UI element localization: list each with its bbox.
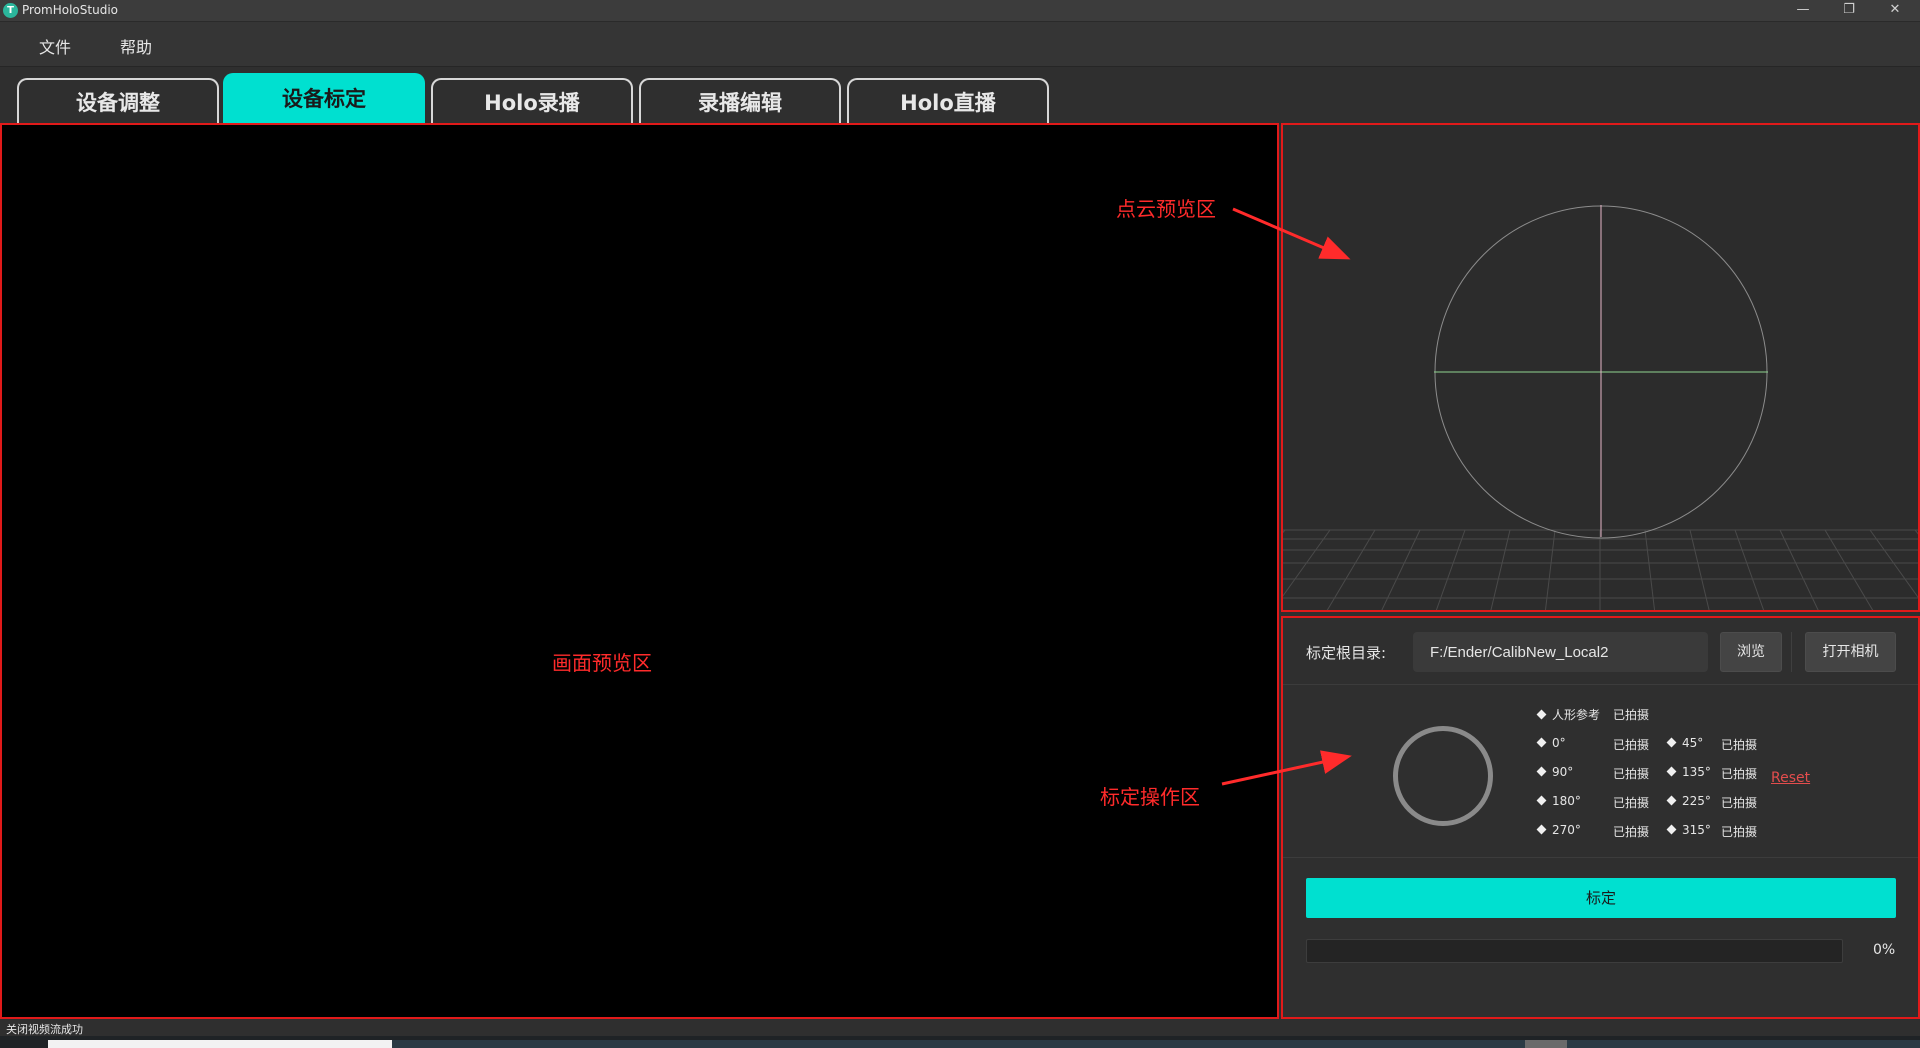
tab-holo-recording[interactable]: Holo录播 [431, 78, 633, 124]
calibration-progress-bar [1306, 939, 1843, 963]
pointcloud-preview-area[interactable] [1281, 123, 1920, 612]
capture-item: 270° [1536, 823, 1581, 837]
capture-item: 人形参考 [1536, 706, 1601, 723]
root-dir-row: 标定根目录: 浏览 打开相机 [1283, 618, 1918, 685]
capture-status: 已拍摄 [1721, 767, 1758, 781]
capture-item: 135° [1666, 765, 1711, 779]
calibration-panel: 标定根目录: 浏览 打开相机 人形参考 已拍摄 Reset 0° 已拍摄 45°… [1281, 616, 1920, 1019]
tab-holo-live[interactable]: Holo直播 [847, 78, 1049, 124]
diamond-bullet-icon [1536, 737, 1547, 748]
capture-name: 225° [1682, 794, 1711, 808]
capture-status-area: 人形参考 已拍摄 Reset 0° 已拍摄 45° 已拍摄 90° 已拍摄 13… [1283, 686, 1918, 858]
browse-button[interactable]: 浏览 [1720, 632, 1782, 672]
taskbar-background [392, 1040, 1920, 1048]
maximize-button[interactable]: ❐ [1826, 0, 1872, 22]
app-logo-icon: T [3, 3, 18, 18]
capture-name: 135° [1682, 765, 1711, 779]
capture-name: 45° [1682, 736, 1704, 750]
diamond-bullet-icon [1666, 824, 1677, 835]
pointcloud-viewport [1283, 205, 1918, 610]
menu-help[interactable]: 帮助 [120, 34, 152, 58]
video-preview-area[interactable]: 画面预览区 [0, 123, 1279, 1019]
taskbar-search-box[interactable] [48, 1040, 392, 1048]
app-window: T PromHoloStudio — ❐ ✕ 文件 帮助 设备调整 设备标定 H… [0, 0, 1920, 1048]
capture-item: 315° [1666, 823, 1711, 837]
video-preview-annotation: 画面预览区 [552, 651, 652, 675]
status-bar: 关闭视频流成功 [0, 1020, 1920, 1036]
taskbar-item[interactable] [1525, 1040, 1567, 1048]
capture-status: 已拍摄 [1613, 796, 1650, 810]
tab-device-calibration[interactable]: 设备标定 [223, 73, 425, 124]
calibrate-button[interactable]: 标定 [1306, 878, 1896, 918]
capture-item: 90° [1536, 765, 1574, 779]
capture-status: 已拍摄 [1721, 825, 1758, 839]
diamond-bullet-icon [1666, 766, 1677, 777]
capture-status: 已拍摄 [1721, 738, 1758, 752]
menu-file[interactable]: 文件 [39, 34, 71, 58]
root-dir-input[interactable] [1413, 632, 1708, 672]
diamond-bullet-icon [1536, 709, 1547, 720]
angle-indicator-ring [1393, 726, 1493, 826]
diamond-bullet-icon [1666, 795, 1677, 806]
capture-status: 已拍摄 [1613, 738, 1650, 752]
diamond-bullet-icon [1536, 795, 1547, 806]
ground-grid [1283, 529, 1918, 610]
capture-status: 已拍摄 [1721, 796, 1758, 810]
button-divider [1791, 632, 1792, 672]
root-dir-label: 标定根目录: [1306, 644, 1387, 662]
capture-status: 已拍摄 [1613, 825, 1650, 839]
capture-name: 270° [1552, 823, 1581, 837]
tab-device-adjust[interactable]: 设备调整 [17, 78, 219, 124]
capture-name: 90° [1552, 765, 1574, 779]
title-bar: T PromHoloStudio — ❐ ✕ [0, 0, 1920, 22]
capture-name: 315° [1682, 823, 1711, 837]
tab-recording-edit[interactable]: 录播编辑 [639, 78, 841, 124]
capture-item: 180° [1536, 794, 1581, 808]
window-title: PromHoloStudio [22, 3, 118, 17]
progress-percent-text: 0% [1873, 942, 1896, 958]
capture-name: 180° [1552, 794, 1581, 808]
capture-item: 225° [1666, 794, 1711, 808]
close-button[interactable]: ✕ [1872, 0, 1918, 22]
calibration-annotation: 标定操作区 [1100, 785, 1200, 809]
reset-link[interactable]: Reset [1771, 770, 1810, 786]
tab-bar: 设备调整 设备标定 Holo录播 录播编辑 Holo直播 [0, 70, 1920, 124]
status-message: 关闭视频流成功 [6, 1023, 83, 1036]
capture-item: 45° [1666, 736, 1704, 750]
open-camera-button[interactable]: 打开相机 [1805, 632, 1896, 672]
diamond-bullet-icon [1536, 766, 1547, 777]
diamond-bullet-icon [1666, 737, 1677, 748]
capture-status: 已拍摄 [1613, 767, 1650, 781]
diamond-bullet-icon [1536, 824, 1547, 835]
pointcloud-annotation: 点云预览区 [1116, 197, 1216, 221]
capture-status: 已拍摄 [1613, 708, 1650, 722]
taskbar-strip [0, 1036, 1920, 1048]
menu-bar: 文件 帮助 [0, 22, 1920, 67]
capture-item: 0° [1536, 736, 1566, 750]
capture-name: 0° [1552, 736, 1566, 750]
minimize-button[interactable]: — [1780, 0, 1826, 22]
capture-name: 人形参考 [1552, 708, 1601, 722]
